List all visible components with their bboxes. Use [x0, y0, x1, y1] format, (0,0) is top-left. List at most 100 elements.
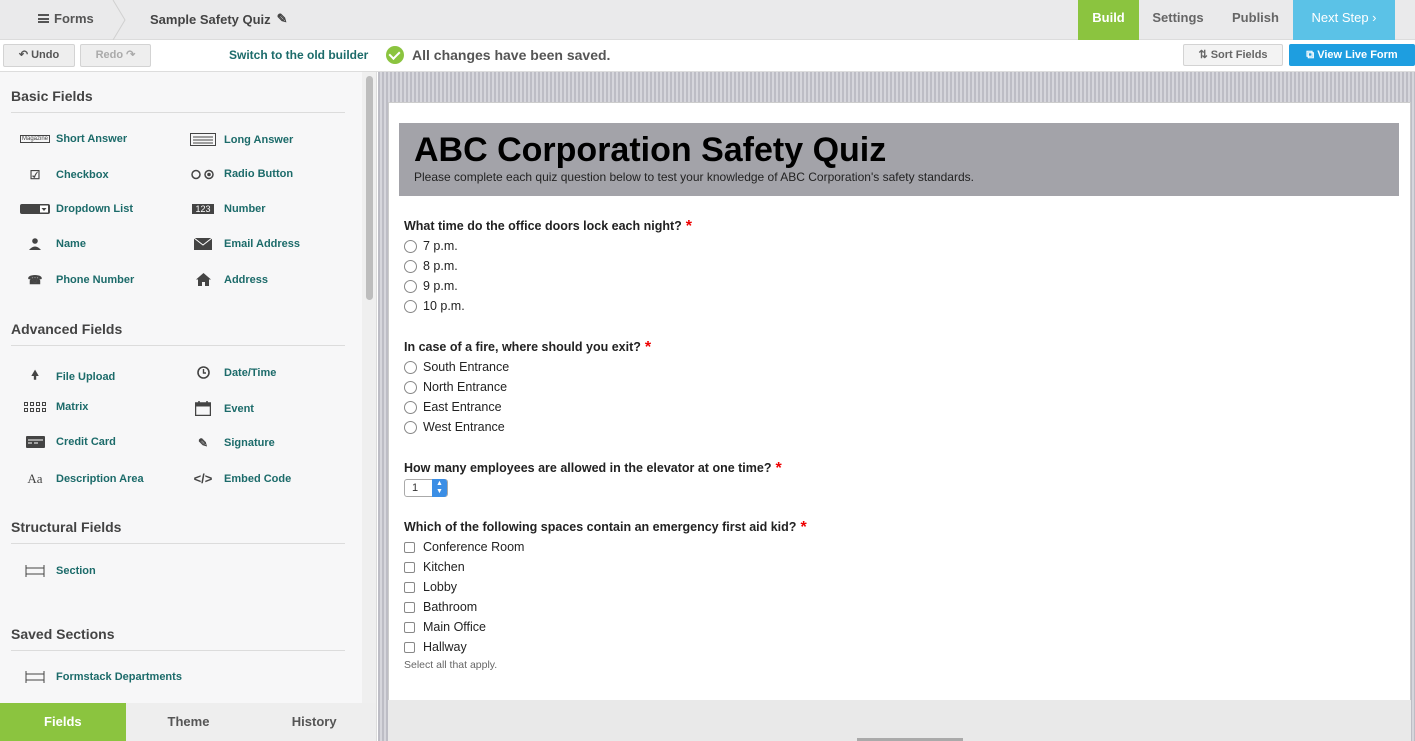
field-label: Dropdown List	[56, 203, 133, 215]
checkbox-option[interactable]: Bathroom	[404, 600, 477, 614]
tab-publish[interactable]: Publish	[1219, 0, 1292, 40]
radio-icon[interactable]	[404, 239, 417, 253]
radio-option[interactable]: 10 p.m.	[404, 299, 465, 313]
radio-option[interactable]: South Entrance	[404, 360, 509, 374]
radio-icon[interactable]	[404, 259, 417, 273]
house-icon	[188, 273, 218, 286]
switch-old-builder-link[interactable]: Switch to the old builder	[229, 48, 368, 62]
checkbox-icon[interactable]	[404, 641, 415, 653]
tab-build[interactable]: Build	[1078, 0, 1139, 40]
question-4-label[interactable]: Which of the following spaces contain an…	[404, 519, 807, 537]
question-3-label[interactable]: How many employees are allowed in the el…	[404, 460, 782, 478]
field-date-time[interactable]: Date/Time	[188, 366, 276, 379]
forms-link[interactable]: Forms	[38, 11, 94, 26]
radio-option[interactable]: East Entrance	[404, 400, 502, 414]
field-checkbox[interactable]: ☑ Checkbox	[20, 168, 109, 182]
sidebar-scrollbar-thumb[interactable]	[366, 76, 373, 300]
option-label: Conference Room	[423, 540, 525, 554]
radio-option[interactable]: North Entrance	[404, 380, 507, 394]
field-file-upload[interactable]: 🠝 File Upload	[20, 366, 115, 387]
next-step-button[interactable]: Next Step ›	[1293, 0, 1395, 40]
field-label: Event	[224, 402, 254, 415]
form-title-text: Sample Safety Quiz	[150, 11, 271, 27]
checkbox-icon[interactable]	[404, 541, 415, 553]
question-1-label[interactable]: What time do the office doors lock each …	[404, 218, 692, 236]
pencil-icon[interactable]: ✎	[277, 11, 288, 27]
checkbox-icon[interactable]	[404, 561, 415, 573]
text-icon: Aa	[27, 471, 43, 486]
field-radio-button[interactable]: Radio Button	[188, 168, 293, 180]
radio-icon[interactable]	[404, 279, 417, 293]
redo-button[interactable]: Redo ↷	[80, 44, 151, 67]
form-heading: ABC Corporation Safety Quiz	[414, 131, 887, 169]
radio-icon[interactable]	[404, 299, 417, 313]
field-section[interactable]: Section	[20, 565, 96, 577]
field-label: Address	[224, 273, 269, 286]
basic-fields-title: Basic Fields	[11, 88, 93, 104]
checkbox-option[interactable]: Main Office	[404, 620, 486, 634]
form-title[interactable]: Sample Safety Quiz ✎	[150, 11, 288, 27]
tab-history[interactable]: History	[251, 703, 376, 741]
breadcrumb-separator-icon	[112, 0, 126, 40]
clock-icon	[188, 366, 218, 379]
checkbox-option[interactable]: Lobby	[404, 580, 457, 594]
tab-fields[interactable]: Fields	[0, 703, 126, 741]
radio-option[interactable]: West Entrance	[404, 420, 505, 434]
field-address[interactable]: Address	[188, 273, 268, 286]
checkbox-option[interactable]: Kitchen	[404, 560, 465, 574]
toolbar: ↶ Undo Redo ↷ Switch to the old builder …	[0, 40, 1415, 72]
option-label: 7 p.m.	[423, 239, 458, 253]
number-stepper[interactable]: 1 ▲ ▼	[404, 479, 448, 497]
radio-icon[interactable]	[404, 380, 417, 394]
tab-settings[interactable]: Settings	[1141, 0, 1215, 40]
field-email-address[interactable]: Email Address	[188, 238, 300, 250]
radio-icon[interactable]	[404, 400, 417, 414]
field-label: Email Address	[224, 238, 301, 250]
field-label: Radio Button	[224, 168, 294, 180]
checkbox-option[interactable]: Conference Room	[404, 540, 524, 554]
undo-button[interactable]: ↶ Undo	[3, 44, 75, 67]
field-short-answer[interactable]: Magazine Short Answer	[20, 133, 127, 145]
radio-icon[interactable]	[404, 360, 417, 374]
checkbox-icon[interactable]	[404, 601, 415, 613]
long-answer-icon	[188, 133, 218, 146]
field-event[interactable]: Event	[188, 401, 254, 416]
field-credit-card[interactable]: Credit Card	[20, 436, 116, 448]
divider	[11, 650, 345, 651]
saved-section-formstack-departments[interactable]: Formstack Departments	[20, 671, 182, 683]
field-name[interactable]: Name	[20, 238, 86, 250]
sidebar-tabs: Fields Theme History	[0, 703, 376, 741]
radio-option[interactable]: 7 p.m.	[404, 239, 458, 253]
tab-theme[interactable]: Theme	[126, 703, 252, 741]
radio-option[interactable]: 9 p.m.	[404, 279, 458, 293]
field-phone-number[interactable]: ☎ Phone Number	[20, 273, 135, 287]
help-text: Select all that apply.	[404, 659, 498, 671]
question-2-label[interactable]: In case of a fire, where should you exit…	[404, 339, 651, 357]
field-description-area[interactable]: Aa Description Area	[20, 471, 143, 487]
view-live-form-button[interactable]: ⧉ View Live Form	[1289, 44, 1415, 66]
envelope-icon	[188, 238, 218, 250]
credit-card-icon	[20, 436, 50, 448]
question-text: Which of the following spaces contain an…	[404, 520, 797, 534]
field-matrix[interactable]: Matrix	[20, 401, 88, 413]
upload-icon: 🠝	[31, 368, 39, 382]
number-icon: 123	[188, 204, 218, 214]
sort-fields-button[interactable]: ⇅ Sort Fields	[1183, 44, 1283, 66]
question-text: What time do the office doors lock each …	[404, 219, 682, 233]
form-header[interactable]: ABC Corporation Safety Quiz Please compl…	[399, 123, 1399, 196]
checkbox-icon[interactable]	[404, 581, 415, 593]
field-embed-code[interactable]: </> Embed Code	[188, 471, 292, 486]
checkbox-icon: ☑	[29, 168, 41, 182]
checkbox-icon[interactable]	[404, 621, 415, 633]
radio-option[interactable]: 8 p.m.	[404, 259, 458, 273]
form-preview: ABC Corporation Safety Quiz Please compl…	[388, 102, 1411, 702]
checkbox-option[interactable]: Hallway	[404, 640, 467, 654]
field-signature[interactable]: ✎ Signature	[188, 436, 275, 450]
radio-icon[interactable]	[404, 420, 417, 434]
field-number[interactable]: 123 Number	[188, 203, 266, 215]
field-dropdown-list[interactable]: Dropdown List	[20, 203, 133, 215]
stepper-arrows-icon[interactable]: ▲ ▼	[432, 479, 447, 497]
field-long-answer[interactable]: Long Answer	[188, 133, 293, 146]
save-status-text: All changes have been saved.	[412, 47, 611, 63]
field-label: Checkbox	[56, 169, 109, 181]
